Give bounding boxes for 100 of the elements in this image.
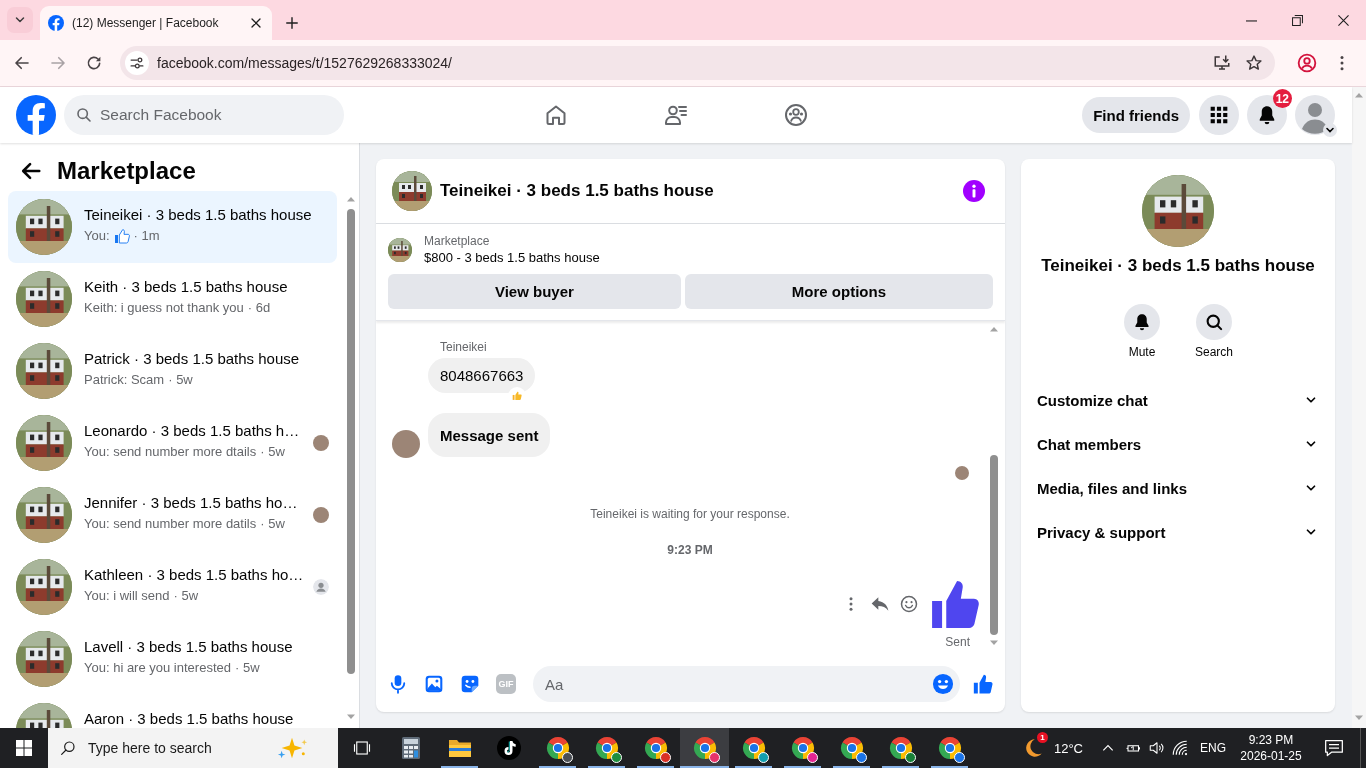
message-preview: You: hi are you interested <box>84 660 231 676</box>
browser-icon <box>692 736 717 760</box>
sender-name: Teineikei <box>440 339 487 355</box>
action-label: Mute <box>1128 344 1156 360</box>
browser-tab[interactable]: (12) Messenger | Facebook <box>40 6 272 40</box>
taskbar-button[interactable] <box>680 728 729 768</box>
section-row[interactable]: Chat members <box>1037 422 1319 466</box>
clock-date[interactable]: 2026-01-25 <box>1240 748 1302 764</box>
notification-badge: 12 <box>1272 89 1292 108</box>
find-friends-button[interactable]: Find friends <box>1082 97 1190 133</box>
favicon-icon <box>48 15 64 31</box>
install-icon[interactable] <box>1213 54 1231 72</box>
browser-icon <box>888 736 913 760</box>
house-photo <box>16 343 72 399</box>
volume-icon[interactable] <box>1148 739 1166 757</box>
conversation-item[interactable]: Jennifer · 3 beds 1.5 baths ho… You: send number more datils · 5w <box>8 479 337 551</box>
message-bubble: 8048667663 <box>428 358 536 393</box>
search-icon <box>60 740 76 756</box>
conversation-name: Keith · 3 beds 1.5 baths house <box>84 278 289 296</box>
message-time: · 5w <box>173 588 199 604</box>
site-info-button[interactable] <box>125 51 149 75</box>
search-button[interactable] <box>1196 304 1232 340</box>
house-photo <box>16 631 72 687</box>
contact-name: Teineikei · 3 beds 1.5 baths house <box>1041 255 1315 277</box>
avatar-icon <box>1295 95 1335 135</box>
browser-icon <box>741 736 766 760</box>
browser-icon <box>790 736 815 760</box>
conversation-item[interactable]: Keith · 3 beds 1.5 baths house Keith: i guess not thank you · 6d <box>8 263 337 335</box>
plus-icon[interactable] <box>285 16 299 30</box>
close-icon[interactable] <box>250 17 262 29</box>
info-icon[interactable] <box>963 180 985 202</box>
message-field[interactable]: Aa <box>533 666 960 702</box>
chevron-down-icon[interactable] <box>1323 123 1337 137</box>
section-row[interactable]: Privacy & support <box>1037 510 1319 554</box>
message-time: · 5w <box>168 372 193 388</box>
grid-icon <box>1209 105 1229 125</box>
sent-status: Sent <box>945 634 970 650</box>
logo-icon[interactable] <box>16 95 56 135</box>
conversation-name: Kathleen · 3 beds 1.5 baths ho… <box>84 566 301 584</box>
image-icon[interactable] <box>424 674 444 694</box>
search-icon <box>76 107 92 123</box>
conversation-item[interactable]: Kathleen · 3 beds 1.5 baths ho… You: i will send · 5w <box>8 551 337 623</box>
profile-icon[interactable] <box>1297 53 1317 73</box>
conversation-item[interactable]: Lavell · 3 beds 1.5 baths house You: hi are you interested · 5w <box>8 623 337 695</box>
message-time: · 1m <box>133 228 160 244</box>
notification-icon[interactable] <box>1324 738 1344 758</box>
microphone-icon[interactable] <box>388 674 408 694</box>
restore-icon[interactable] <box>1291 14 1303 26</box>
section-row[interactable]: Media, files and links <box>1037 466 1319 510</box>
conversation-item[interactable]: Patrick · 3 beds 1.5 baths house Patrick: Scam · 5w <box>8 335 337 407</box>
house-photo <box>16 271 72 327</box>
message-preview: You: send number more dtails <box>84 444 257 460</box>
close-icon[interactable] <box>1337 14 1349 26</box>
message-time: · 5w <box>260 444 285 460</box>
search-icon <box>1205 313 1223 331</box>
mute-button[interactable] <box>1124 304 1160 340</box>
message-bubble: Message sent <box>428 413 551 457</box>
language-indicator[interactable]: ENG <box>1200 741 1226 755</box>
scrollbar-thumb[interactable] <box>990 455 998 635</box>
message-preview: Keith: i guess not thank you <box>84 300 244 316</box>
sidebar-title: Marketplace <box>57 157 196 185</box>
action-button[interactable]: View buyer <box>388 274 681 309</box>
address-bar[interactable]: facebook.com/messages/t/1527629268333024/ <box>120 46 1275 80</box>
conversation-name: Aaron · 3 beds 1.5 baths house <box>84 710 295 728</box>
message-preview: You: i will send <box>84 588 170 604</box>
timestamp: 9:23 PM <box>667 542 713 558</box>
menu-button[interactable] <box>1199 95 1239 135</box>
conversation-name: Lavell · 3 beds 1.5 baths house <box>84 638 294 656</box>
scrollbar-thumb[interactable] <box>347 209 355 674</box>
tab-list-button[interactable] <box>7 7 33 33</box>
wifi-icon[interactable] <box>1171 739 1189 757</box>
section-row[interactable]: Customize chat <box>1037 378 1319 422</box>
message-time: · 5w <box>234 660 260 676</box>
house-photo <box>16 199 72 255</box>
arrow-left-icon[interactable] <box>13 54 31 72</box>
thumbs-up-icon[interactable] <box>973 674 993 694</box>
emoji-icon[interactable] <box>932 673 954 695</box>
conversation-item[interactable]: Teineikei · 3 beds 1.5 baths house You: · 1m <box>8 191 337 263</box>
action-button[interactable]: More options <box>684 274 993 309</box>
reload-icon[interactable] <box>85 54 103 72</box>
search-field[interactable]: Type here to search <box>48 728 338 768</box>
clock-time[interactable]: 9:23 PM <box>1248 732 1294 748</box>
browser-icon <box>839 736 864 760</box>
home-icon <box>544 103 568 127</box>
search-field[interactable]: Search Facebook <box>64 95 344 135</box>
emoji-icon[interactable] <box>900 595 918 613</box>
listing-label: Marketplace <box>424 233 490 249</box>
star-icon[interactable] <box>1245 54 1263 72</box>
message-preview: You: <box>84 228 110 244</box>
browser-icon <box>594 736 619 760</box>
sparkle-icon <box>276 736 308 760</box>
notifications-button[interactable] <box>1247 95 1287 135</box>
conversation-item[interactable]: Leonardo · 3 beds 1.5 baths h… You: send number more dtails · 5w <box>8 407 337 479</box>
task-view-icon[interactable] <box>353 739 371 757</box>
friends-icon <box>664 103 688 127</box>
sticker-icon[interactable] <box>460 674 480 694</box>
windows-icon[interactable] <box>16 740 32 756</box>
arrow-left-icon[interactable] <box>20 160 42 182</box>
message-time: · 6d <box>247 300 271 316</box>
message-time: · 5w <box>260 516 285 532</box>
